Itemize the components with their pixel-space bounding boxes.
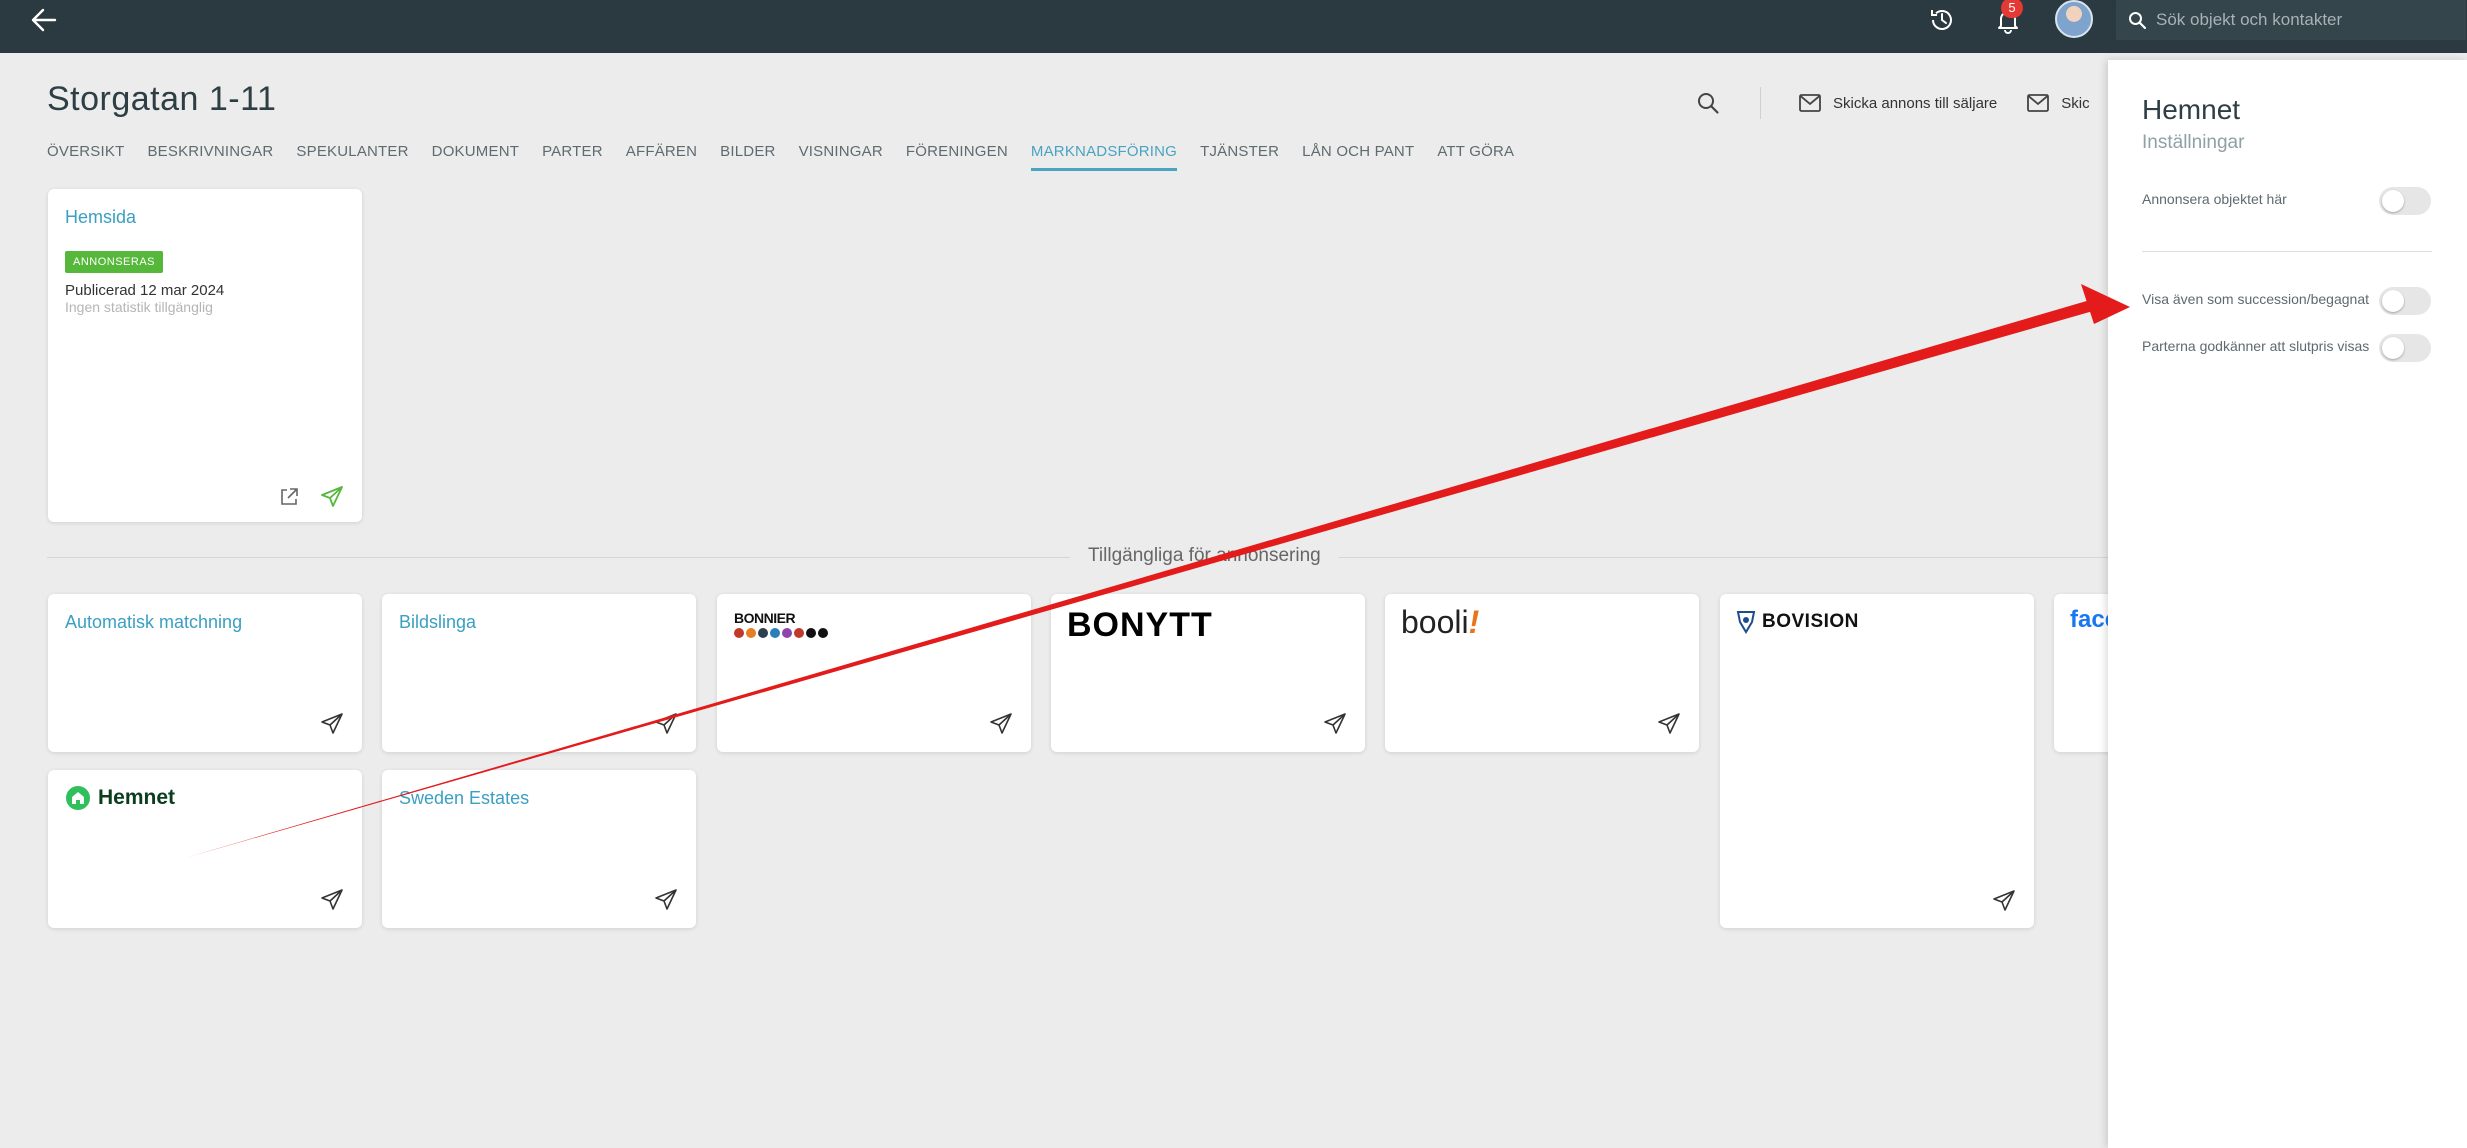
toggle-knob xyxy=(2382,290,2404,312)
channel-card-sweden-estates[interactable]: Sweden Estates xyxy=(382,770,696,928)
external-link-icon[interactable] xyxy=(277,485,301,509)
hemnet-settings-panel: Hemnet Inställningar Annonsera objektet … xyxy=(2108,60,2467,1148)
booli-logo: booli! xyxy=(1401,604,1480,640)
user-avatar[interactable] xyxy=(2055,0,2093,38)
tab-foreningen[interactable]: FÖRENINGEN xyxy=(906,143,1008,171)
tab-visningar[interactable]: VISNINGAR xyxy=(799,143,883,171)
bonytt-logo: BONYTT xyxy=(1067,606,1213,644)
setting-label-show-as-succession: Visa även som succession/begagnat xyxy=(2142,291,2369,307)
top-bar: 5 xyxy=(0,0,2467,53)
setting-label-advertise-here: Annonsera objektet här xyxy=(2142,191,2287,207)
back-arrow-icon[interactable] xyxy=(26,2,62,38)
send-icon[interactable] xyxy=(320,485,344,509)
hemnet-house-icon xyxy=(66,786,90,810)
channel-card-booli[interactable]: booli! xyxy=(1385,594,1699,752)
send-icon[interactable] xyxy=(989,712,1013,736)
toggle-knob xyxy=(2382,190,2404,212)
send-ad-to-seller-button[interactable]: Skicka annons till säljare xyxy=(1799,94,1997,112)
toggle-knob xyxy=(2382,337,2404,359)
tab-tjanster[interactable]: TJÄNSTER xyxy=(1200,143,1279,171)
page-title: Storgatan 1-11 xyxy=(47,80,277,118)
send-icon[interactable] xyxy=(654,712,678,736)
channel-title[interactable]: Automatisk matchning xyxy=(65,612,242,633)
panel-subtitle: Inställningar xyxy=(2142,132,2245,153)
channel-card-hemnet[interactable]: Hemnet xyxy=(48,770,362,928)
divider xyxy=(1760,87,1761,119)
send-icon[interactable] xyxy=(1992,889,2016,913)
envelope-icon xyxy=(1799,94,1821,112)
tab-att-gora[interactable]: ATT GÖRA xyxy=(1437,143,1514,171)
send-icon[interactable] xyxy=(320,712,344,736)
channel-card-bonytt[interactable]: BONYTT xyxy=(1051,594,1365,752)
annotation-arrow xyxy=(185,284,2130,858)
available-section-title: Tillgängliga för annonsering xyxy=(1070,545,1339,567)
send-icon[interactable] xyxy=(654,888,678,912)
tab-marknadsforing[interactable]: MARKNADSFÖRING xyxy=(1030,143,1178,171)
bovision-emblem-icon xyxy=(1736,611,1756,634)
hemnet-logo: Hemnet xyxy=(64,784,175,812)
object-search-icon[interactable] xyxy=(1690,86,1726,120)
channel-title[interactable]: Bildslinga xyxy=(399,612,476,633)
stats-text: Ingen statistik tillgänglig xyxy=(65,299,213,315)
tab-beskrivningar[interactable]: BESKRIVNINGAR xyxy=(147,143,273,171)
send-icon[interactable] xyxy=(320,888,344,912)
panel-divider xyxy=(2142,251,2432,252)
tab-oversikt[interactable]: ÖVERSIKT xyxy=(47,143,124,171)
tab-affaren[interactable]: AFFÄREN xyxy=(626,143,697,171)
global-search-input[interactable] xyxy=(2156,10,2456,30)
channel-card-automatisk-matchning[interactable]: Automatisk matchning xyxy=(48,594,362,752)
channel-card-bovision[interactable]: BOVISION xyxy=(1720,594,2034,928)
panel-title: Hemnet xyxy=(2142,94,2241,125)
tab-spekulanter[interactable]: SPEKULANTER xyxy=(296,143,408,171)
header-actions: Skicka annons till säljare Skic xyxy=(1690,86,2120,120)
history-icon[interactable] xyxy=(1924,2,1960,38)
tab-dokument[interactable]: DOKUMENT xyxy=(432,143,519,171)
send-ad-button-2[interactable]: Skic xyxy=(2027,94,2090,112)
channel-card-bonnier[interactable]: BONNIER xyxy=(717,594,1031,752)
send-ad-label-2: Skic xyxy=(2061,94,2090,112)
tab-parter[interactable]: PARTER xyxy=(542,143,603,171)
setting-label-final-price-approval: Parterna godkänner att slutpris visas xyxy=(2142,338,2370,354)
tab-bilder[interactable]: BILDER xyxy=(720,143,775,171)
send-icon[interactable] xyxy=(1323,712,1347,736)
channel-card-bildslinga[interactable]: Bildslinga xyxy=(382,594,696,752)
channel-title[interactable]: Sweden Estates xyxy=(399,788,529,809)
published-date: Publicerad 12 mar 2024 xyxy=(65,282,225,299)
published-channel-card[interactable]: Hemsida ANNONSERAS Publicerad 12 mar 202… xyxy=(48,189,362,522)
toggle-show-as-succession[interactable] xyxy=(2379,287,2431,315)
notification-count-badge: 5 xyxy=(2001,0,2023,18)
bovision-logo: BOVISION xyxy=(1736,610,1859,634)
object-tabs: ÖVERSIKT BESKRIVNINGAR SPEKULANTER DOKUM… xyxy=(47,143,1537,171)
toggle-final-price-approval[interactable] xyxy=(2379,334,2431,362)
search-icon xyxy=(2129,12,2146,29)
send-ad-to-seller-label: Skicka annons till säljare xyxy=(1833,94,1998,112)
send-icon[interactable] xyxy=(1657,712,1681,736)
global-search[interactable] xyxy=(2116,0,2466,40)
channel-title[interactable]: Hemsida xyxy=(65,207,136,228)
tab-lan-och-pant[interactable]: LÅN OCH PANT xyxy=(1302,143,1414,171)
bonnier-logo: BONNIER xyxy=(734,610,828,638)
envelope-icon xyxy=(2027,94,2050,112)
status-badge: ANNONSERAS xyxy=(65,251,164,273)
toggle-advertise-here[interactable] xyxy=(2379,187,2431,215)
